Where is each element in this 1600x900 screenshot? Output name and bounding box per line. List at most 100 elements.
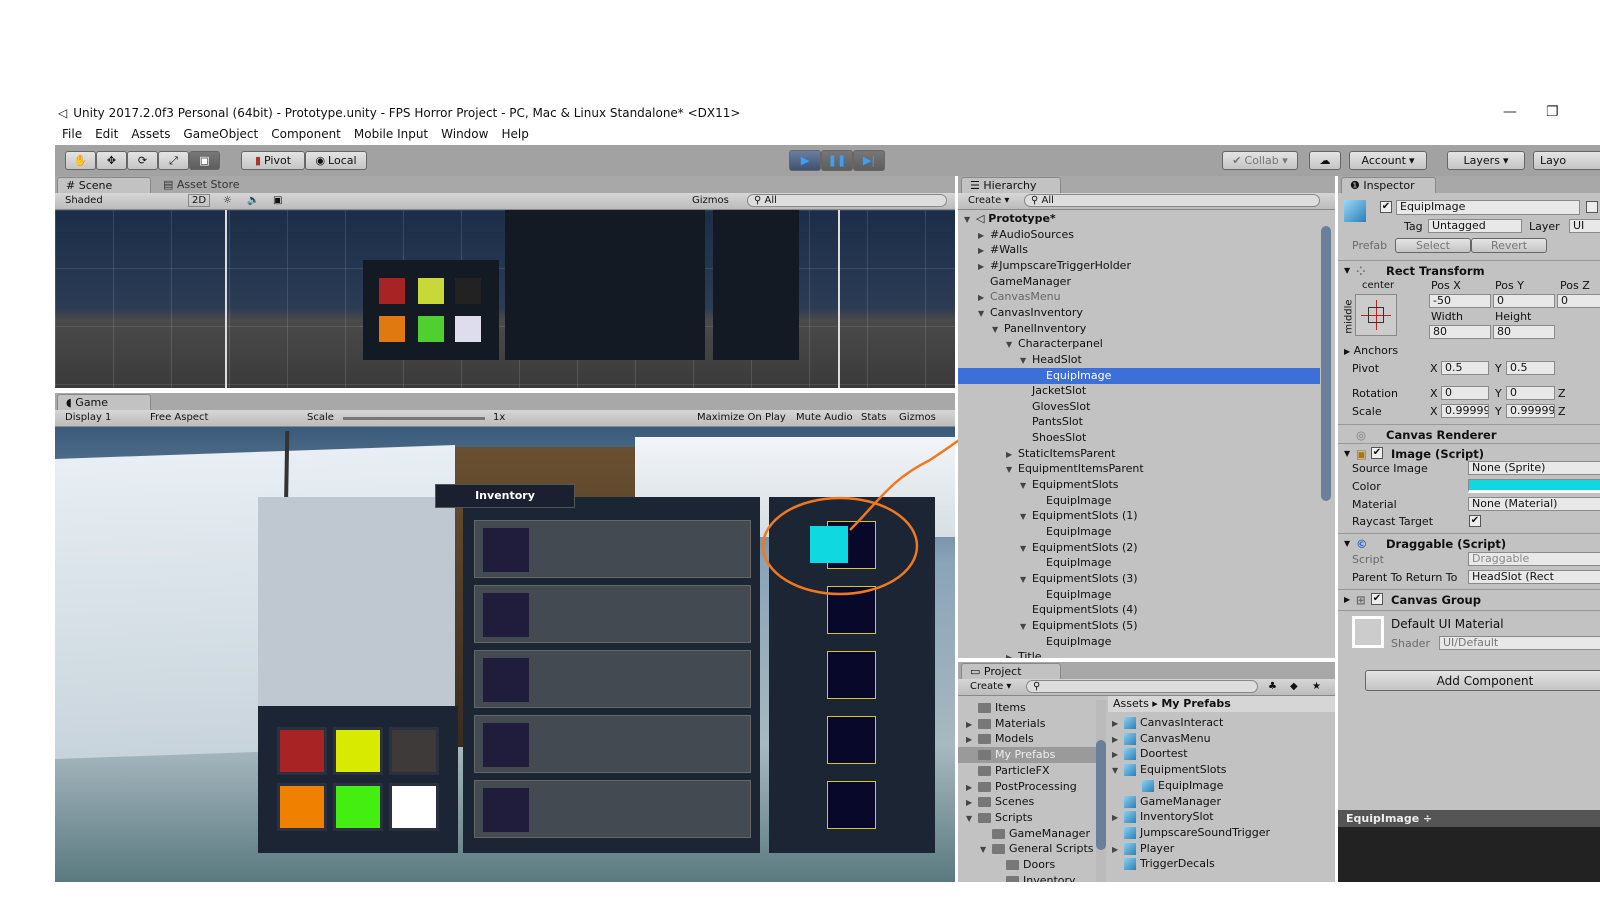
minimize-button[interactable]: — xyxy=(1503,104,1517,120)
inventory-item[interactable] xyxy=(277,783,327,831)
rotate-tool-button[interactable]: ⟳ xyxy=(127,151,158,170)
menu-file[interactable]: File xyxy=(62,127,82,141)
collapsed-arrow-icon[interactable]: ▶ xyxy=(1112,810,1124,826)
folder-item[interactable]: Inventory xyxy=(958,873,1096,882)
hierarchy-item[interactable]: EquipImage xyxy=(958,367,1320,384)
hierarchy-item[interactable]: ▼ EquipmentSlots xyxy=(958,477,1320,493)
layout-dropdown[interactable]: Layo xyxy=(1533,151,1600,170)
menu-gameobject[interactable]: GameObject xyxy=(183,127,258,141)
inventory-item[interactable] xyxy=(389,727,439,775)
hierarchy-item[interactable]: ▼ EquipmentSlots (3) xyxy=(958,571,1320,587)
menu-window[interactable]: Window xyxy=(441,127,488,141)
expanded-arrow-icon[interactable]: ▼ xyxy=(1020,509,1032,525)
scale-y-field[interactable]: 0.99999 xyxy=(1506,404,1555,418)
scale-x-field[interactable]: 0.99999 xyxy=(1441,404,1489,418)
pos-z-field[interactable]: 0 xyxy=(1557,294,1600,308)
mute-audio-toggle[interactable]: Mute Audio xyxy=(796,412,853,423)
menu-component[interactable]: Component xyxy=(271,127,341,141)
collapsed-arrow-icon[interactable]: ▶ xyxy=(966,732,978,748)
material-field[interactable]: None (Material) xyxy=(1468,497,1600,511)
asset-item[interactable]: ▶ CanvasMenu xyxy=(1108,731,1335,747)
2d-toggle[interactable]: 2D xyxy=(188,194,211,207)
hierarchy-item[interactable]: ▶ StaticItemsParent xyxy=(958,446,1320,462)
expanded-arrow-icon[interactable]: ▼ xyxy=(1020,478,1032,494)
collapsed-arrow-icon[interactable]: ▶ xyxy=(1006,447,1018,463)
local-button[interactable]: ◉ Local xyxy=(305,151,367,170)
inventory-slot[interactable] xyxy=(474,585,751,643)
gizmos-dropdown[interactable]: Gizmos xyxy=(692,195,729,206)
collapsed-arrow-icon[interactable]: ▶ xyxy=(1112,732,1124,748)
expanded-arrow-icon[interactable]: ▼ xyxy=(980,842,992,858)
raycast-target-checkbox[interactable]: ✔ xyxy=(1469,515,1481,527)
inventory-item[interactable] xyxy=(389,783,439,831)
create-dropdown[interactable]: Create ▾ xyxy=(970,681,1011,692)
folder-item[interactable]: GameManager xyxy=(958,826,1096,842)
scene-search-input[interactable]: ⚲ All xyxy=(747,194,947,207)
create-dropdown[interactable]: Create ▾ xyxy=(968,195,1009,206)
audio-icon[interactable]: 🔈 xyxy=(247,195,259,206)
hierarchy-item[interactable]: EquipImage xyxy=(958,587,1320,603)
pause-button[interactable]: ❚❚ xyxy=(821,150,853,171)
collapsed-arrow-icon[interactable]: ▶ xyxy=(978,259,990,275)
static-checkbox[interactable] xyxy=(1586,201,1598,213)
hierarchy-item[interactable]: ShoesSlot xyxy=(958,430,1320,446)
cloud-button[interactable]: ☁ xyxy=(1309,151,1341,170)
hierarchy-item[interactable]: PantsSlot xyxy=(958,414,1320,430)
folder-item[interactable]: ▼ General Scripts xyxy=(958,841,1096,857)
expanded-arrow-icon[interactable]: ▼ xyxy=(966,811,978,827)
menu-mobile-input[interactable]: Mobile Input xyxy=(354,127,428,141)
shading-dropdown[interactable]: Shaded xyxy=(65,195,103,206)
image-script-header[interactable]: ▼ ▣ ✔ Image (Script) xyxy=(1338,443,1600,463)
anchor-presets-button[interactable] xyxy=(1355,294,1397,336)
expanded-arrow-icon[interactable]: ▼ xyxy=(1006,462,1018,478)
folder-item[interactable]: My Prefabs xyxy=(958,747,1096,764)
asset-item[interactable]: ▶ InventorySlot xyxy=(1108,809,1335,825)
game-viewport[interactable]: Inventory xyxy=(55,427,955,882)
restore-button[interactable]: ❐ xyxy=(1546,104,1559,120)
hierarchy-item[interactable]: ▼ EquipmentSlots (5) xyxy=(958,618,1320,634)
equip-image[interactable] xyxy=(810,526,848,563)
account-dropdown[interactable]: Account ▾ xyxy=(1349,151,1427,170)
collapsed-arrow-icon[interactable]: ▶ xyxy=(966,717,978,733)
hierarchy-item[interactable]: ▼ PanelInventory xyxy=(958,321,1320,337)
pos-y-field[interactable]: 0 xyxy=(1493,294,1555,308)
collapsed-arrow-icon[interactable]: ▶ xyxy=(966,795,978,811)
equipment-slot[interactable] xyxy=(827,716,876,764)
parent-to-return-field[interactable]: HeadSlot (Rect xyxy=(1468,570,1600,584)
hierarchy-item[interactable]: JacketSlot xyxy=(958,383,1320,399)
asset-item[interactable]: ▶ Doortest xyxy=(1108,746,1335,762)
rect-tool-button[interactable]: ▣ xyxy=(189,151,220,170)
tab-game[interactable]: ◖ Game xyxy=(57,394,151,410)
menu-edit[interactable]: Edit xyxy=(95,127,118,141)
play-button[interactable]: ▶ xyxy=(789,150,821,171)
inventory-slot[interactable] xyxy=(474,650,751,708)
folder-item[interactable]: ▼ Scripts xyxy=(958,810,1096,826)
move-tool-button[interactable]: ✥ xyxy=(96,151,127,170)
asset-item[interactable]: EquipImage xyxy=(1108,778,1335,794)
collapsed-arrow-icon[interactable]: ▶ xyxy=(978,243,990,259)
color-field[interactable] xyxy=(1468,479,1600,493)
collapsed-arrow-icon[interactable]: ▶ xyxy=(978,290,990,306)
asset-item[interactable]: ▼ EquipmentSlots xyxy=(1108,762,1335,778)
collapsed-arrow-icon[interactable]: ▶ xyxy=(1112,747,1124,763)
folder-item[interactable]: ▶ PostProcessing xyxy=(958,779,1096,795)
layers-dropdown[interactable]: Layers ▾ xyxy=(1447,151,1525,170)
inventory-item[interactable] xyxy=(333,727,383,775)
hierarchy-item[interactable]: EquipImage xyxy=(958,555,1320,571)
tab-project[interactable]: ▭ Project xyxy=(961,663,1061,679)
draggable-script-header[interactable]: ▼ © Draggable (Script) xyxy=(1338,533,1600,553)
hierarchy-search-input[interactable]: ⚲ All xyxy=(1024,194,1320,207)
collapsed-arrow-icon[interactable]: ▶ xyxy=(1112,842,1124,858)
collapsed-arrow-icon[interactable]: ▶ xyxy=(1006,650,1018,658)
width-field[interactable]: 80 xyxy=(1429,325,1491,339)
image-enabled-checkbox[interactable]: ✔ xyxy=(1371,447,1383,459)
hierarchy-item[interactable]: GameManager xyxy=(958,274,1320,290)
asset-item[interactable]: TriggerDecals xyxy=(1108,856,1335,872)
scale-tool-button[interactable]: ⤢ xyxy=(158,151,189,170)
pivot-button[interactable]: ▮ Pivot xyxy=(241,151,305,170)
hierarchy-item[interactable]: ▶ #Walls xyxy=(958,242,1320,258)
filter-type-icon[interactable]: ♣ xyxy=(1268,681,1277,692)
expanded-arrow-icon[interactable]: ▼ xyxy=(978,306,990,322)
hierarchy-item[interactable]: ▶ Title xyxy=(958,649,1320,658)
expanded-arrow-icon[interactable]: ▼ xyxy=(992,322,1004,338)
